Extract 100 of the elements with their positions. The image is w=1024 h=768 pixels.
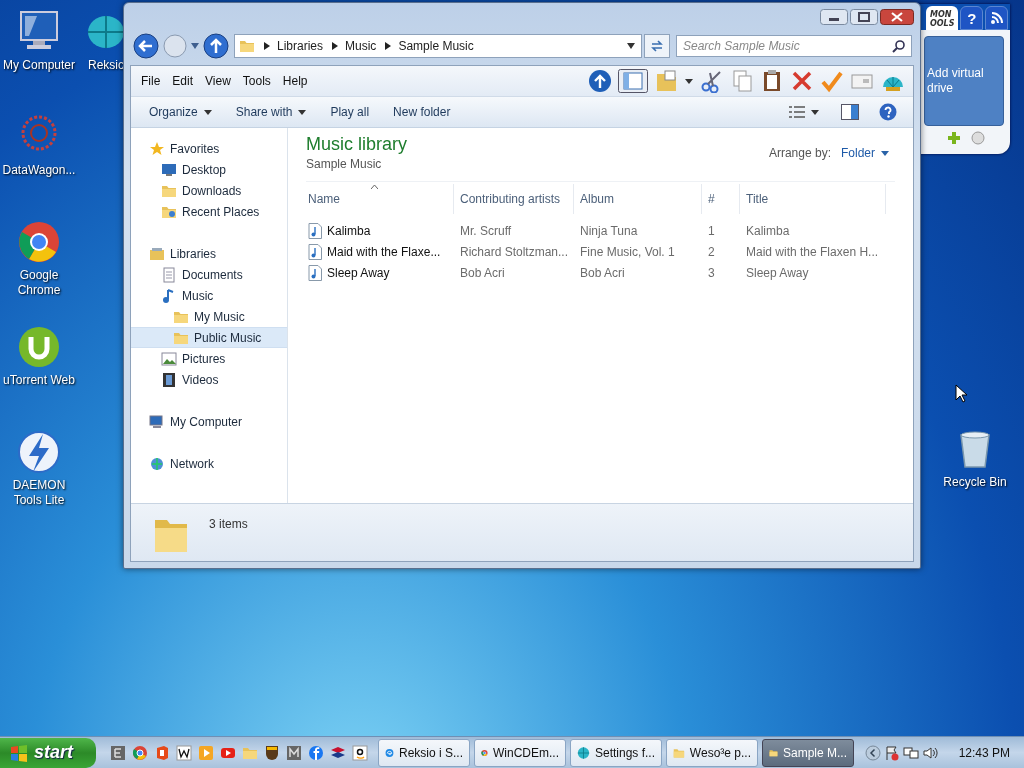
scissors-icon[interactable] [700, 69, 724, 93]
caret-icon [811, 109, 819, 115]
menu-item[interactable]: View [199, 71, 237, 91]
command-button[interactable]: Organize [139, 101, 222, 123]
navigation-item[interactable]: Pictures [131, 348, 287, 369]
audio-file-icon [308, 243, 322, 260]
taskbar-button[interactable]: Sample M... [762, 738, 854, 767]
breadcrumb-item[interactable]: Libraries [277, 39, 324, 53]
table-cell[interactable]: Kalimba [306, 220, 454, 241]
letter-a-icon[interactable] [352, 744, 368, 761]
clock: 12:43 PM [958, 745, 1010, 760]
refresh-button[interactable] [644, 34, 670, 58]
navigation-item[interactable]: Public Music [131, 327, 287, 348]
table-cell-text: Ninja Tuna [579, 222, 639, 240]
logo-text: MON [930, 10, 953, 19]
navigation-item[interactable]: Music [131, 285, 287, 306]
breadcrumb-item[interactable]: Music [345, 39, 377, 53]
table-cell-text: Bob Acri [579, 264, 626, 282]
add-drive-button[interactable]: Add virtual drive [924, 36, 1004, 126]
menu-item[interactable]: File [135, 71, 167, 91]
caret-icon [627, 43, 635, 49]
table-cell-text: Sleep Away [745, 264, 810, 282]
chevron-left-button[interactable] [864, 744, 881, 761]
arrange-dropdown[interactable]: Folder [841, 146, 895, 160]
breadcrumb-item[interactable]: Sample Music [398, 39, 474, 53]
mouse-cursor-icon [955, 384, 967, 403]
office-icon[interactable] [154, 744, 170, 761]
windows-logo-icon [10, 743, 28, 762]
table-cell[interactable]: Sleep Away [306, 262, 454, 283]
menu-item[interactable]: Help [276, 71, 314, 91]
navigation-item[interactable]: Documents [131, 264, 287, 285]
column-header[interactable]: # [702, 184, 740, 214]
help-button[interactable] [879, 103, 897, 121]
back-button[interactable] [132, 32, 160, 60]
navigation-item[interactable]: Libraries [131, 243, 287, 264]
table-cell-text: Kalimba [745, 222, 791, 240]
chevron-icon [385, 42, 392, 50]
chrome-icon[interactable] [132, 744, 148, 761]
facebook-icon[interactable] [308, 744, 324, 761]
panel-icon[interactable] [618, 69, 648, 93]
navigation-item[interactable]: Desktop [131, 159, 287, 180]
navigation-item[interactable]: Favorites [131, 138, 287, 159]
shield-icon[interactable] [264, 744, 280, 761]
caret-icon [191, 43, 199, 49]
table-cell-text: Bob Acri [459, 264, 506, 282]
table-cell-text: Maid with the Flaxen H... [745, 243, 880, 261]
table-cell-text: 3 [707, 264, 716, 282]
navigation-item[interactable]: Recent Places [131, 201, 287, 222]
help-tab[interactable]: ? [960, 6, 984, 30]
minimize-button[interactable] [820, 9, 848, 25]
speaker-icon [921, 744, 938, 761]
table-cell[interactable]: Maid with the Flaxe... [306, 241, 454, 262]
taskbar-button[interactable]: Weso³e p... [666, 738, 758, 767]
up-button[interactable] [202, 32, 230, 60]
column-header[interactable]: Album [574, 184, 702, 214]
taskbar-button[interactable]: Settings f... [570, 738, 662, 767]
restore-button[interactable] [850, 9, 878, 25]
taskbar-button[interactable]: WinCDEm... [474, 738, 566, 767]
checkmark-icon[interactable] [820, 69, 844, 93]
icon-label: DAEMON Tools Lite [11, 478, 67, 508]
taskbar-button[interactable]: Reksio i S... [378, 738, 470, 767]
list-view-icon [789, 105, 805, 119]
letter-m-icon[interactable] [286, 744, 302, 761]
disc-icon [970, 130, 986, 146]
column-header[interactable]: Name [306, 184, 454, 214]
column-header[interactable]: Contributing artists [454, 184, 574, 214]
menu-item[interactable]: Edit [166, 71, 200, 91]
rss-tab[interactable] [985, 6, 1008, 30]
network-icon [902, 744, 919, 761]
caret-icon [298, 109, 307, 115]
logo-text: OOLS [930, 19, 955, 28]
command-button[interactable]: Share with [225, 101, 317, 123]
star-icon [149, 140, 165, 157]
close-button[interactable] [880, 9, 914, 25]
navigation-item[interactable]: My Computer [131, 411, 287, 432]
preview-pane-button[interactable] [841, 104, 859, 120]
menu-item[interactable]: Tools [236, 71, 277, 91]
search-field[interactable]: Search Sample Music [676, 35, 912, 57]
delete-icon[interactable] [790, 69, 814, 93]
caret-icon [881, 150, 889, 156]
picture-icon [161, 350, 177, 367]
lightning-bolt-icon [15, 428, 63, 476]
navigation-item[interactable]: Videos [131, 369, 287, 390]
table-cell-text: 1 [707, 222, 716, 240]
start-button[interactable]: start [0, 737, 96, 768]
folder-icon [239, 38, 255, 54]
command-button[interactable]: New folder [383, 101, 461, 123]
navigation-item[interactable]: Network [131, 453, 287, 474]
address-bar[interactable]: Libraries Music Sample Music [234, 34, 642, 58]
column-header[interactable]: Title [740, 184, 886, 214]
refresh-icon [650, 39, 664, 53]
navigation-item[interactable]: Downloads [131, 180, 287, 201]
command-button[interactable]: Play all [320, 101, 380, 123]
letter-e-icon[interactable] [110, 744, 126, 761]
audio-file-icon [308, 264, 322, 281]
table-cell-text: Fine Music, Vol. 1 [579, 243, 676, 261]
navigation-item[interactable]: My Music [131, 306, 287, 327]
letter-w-icon[interactable] [176, 744, 192, 761]
plus-icon [946, 130, 962, 146]
folder-icon[interactable] [654, 69, 678, 93]
